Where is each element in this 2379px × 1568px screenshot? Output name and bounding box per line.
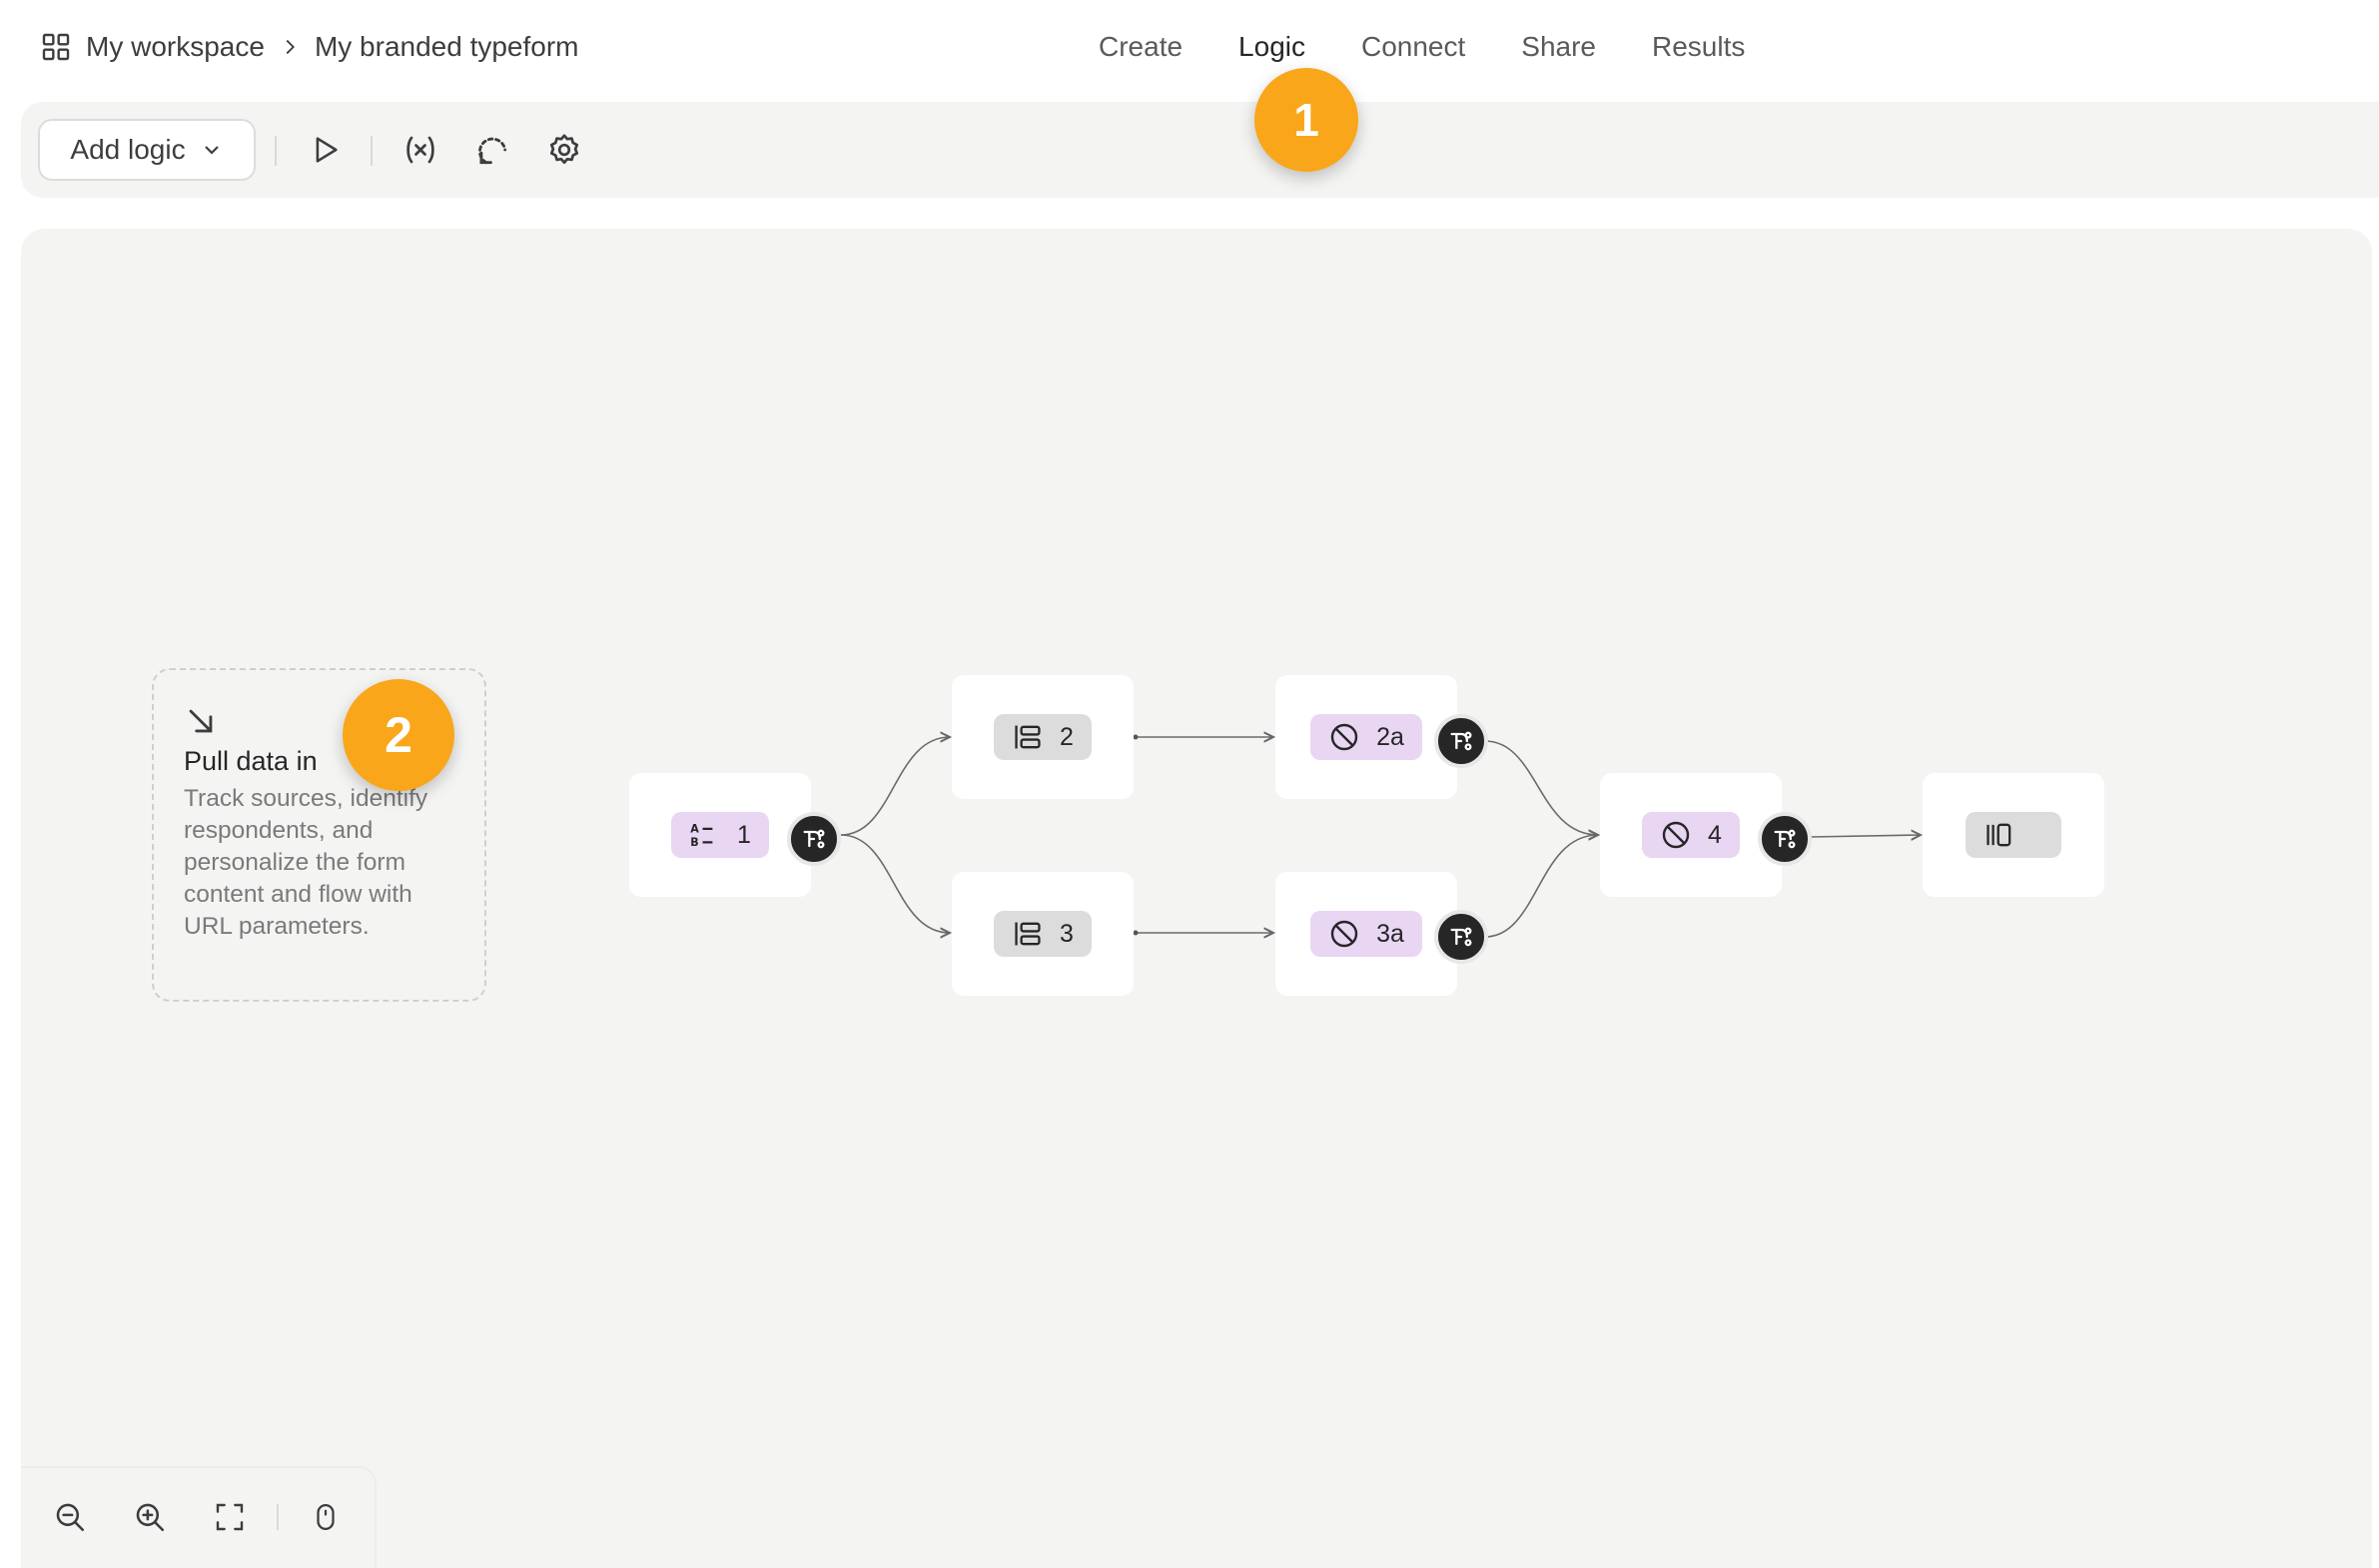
fit-view-button[interactable] [209,1496,251,1538]
zoom-out-button[interactable] [49,1496,91,1538]
zoom-out-icon [56,1503,85,1532]
flow-node-3a[interactable]: 3a [1275,872,1457,996]
no-answer-icon [1330,920,1358,948]
toolbar-divider [371,136,373,166]
toolbar-divider [275,136,277,166]
node-pill: 3a [1310,911,1422,957]
node-pill: 3 [994,911,1092,957]
preview-button[interactable] [305,130,345,170]
node-label: 3 [1060,919,1074,948]
zoom-divider [277,1504,279,1530]
settings-button[interactable] [544,130,584,170]
chevron-down-icon [204,146,219,155]
branch-icon [803,829,825,849]
no-answer-icon [1330,723,1358,751]
tab-share[interactable]: Share [1521,31,1596,63]
breadcrumb-form[interactable]: My branded typeform [315,31,579,63]
logic-map-button[interactable] [472,130,512,170]
zoom-in-button[interactable] [129,1496,171,1538]
chevron-right-icon [286,39,295,55]
flow-node-2a[interactable]: 2a [1275,675,1457,799]
add-logic-label: Add logic [70,134,186,165]
node-pill: 2a [1310,714,1422,760]
step-badge-1: 1 [1254,68,1358,172]
logic-loop-icon [478,137,507,165]
branch-icon [1450,927,1472,947]
node-label: 1 [737,820,751,849]
workspace-grid-icon[interactable] [40,31,72,63]
main-tabs: Create Logic Connect Share Results [1099,22,1801,72]
svg-text:B: B [690,836,698,849]
flow-node-2[interactable]: 2 [952,675,1134,799]
logic-toolbar: Add logic [21,102,2379,198]
tab-results[interactable]: Results [1652,31,1745,63]
fullscreen-icon [216,1503,244,1531]
flow-node-ending[interactable] [1923,773,2104,897]
question-group-icon [1015,725,1041,749]
zoom-in-icon [136,1503,165,1532]
branch-button-4[interactable] [1758,812,1812,866]
branch-icon [1450,731,1472,751]
node-label: 4 [1708,820,1722,849]
flow-node-4[interactable]: 4 [1600,773,1782,897]
arrow-down-right-icon [189,709,213,733]
flow-node-3[interactable]: 3 [952,872,1134,996]
step-badge-2: 2 [343,679,454,791]
node-pill [1966,812,2061,858]
branch-button-2a[interactable] [1434,714,1488,768]
branch-button-1[interactable] [787,812,841,866]
zoom-controls [21,1466,377,1568]
variables-button[interactable] [400,130,440,170]
tab-connect[interactable]: Connect [1361,31,1465,63]
top-bar: My workspace My branded typeform Create … [0,0,2379,96]
node-pill: 2 [994,714,1092,760]
add-logic-button[interactable]: Add logic [38,119,256,181]
variables-icon [406,136,434,164]
node-pill: A B 1 [671,812,769,858]
flow-node-1[interactable]: A B 1 [629,773,811,897]
gear-icon [549,134,579,165]
no-answer-icon [1662,821,1690,849]
node-label: 3a [1376,919,1404,948]
pull-data-description: Track sources, identify respondents, and… [184,785,428,940]
breadcrumb-workspace[interactable]: My workspace [86,31,265,63]
svg-text:A: A [690,823,699,836]
play-icon [316,137,338,163]
branch-button-3a[interactable] [1434,910,1488,964]
multiple-choice-icon: A B [690,823,713,849]
node-label: 2 [1060,722,1074,751]
question-group-icon [1015,922,1041,946]
node-pill: 4 [1642,812,1740,858]
breadcrumb: My workspace My branded typeform [40,22,579,72]
tab-logic[interactable]: Logic [1238,31,1305,63]
node-label: 2a [1376,722,1404,751]
branch-icon [1774,829,1796,849]
ending-screen-icon [1986,823,2011,847]
mouse-icon [317,1504,335,1530]
scroll-mode-button[interactable] [305,1496,347,1538]
tab-create[interactable]: Create [1099,31,1183,63]
